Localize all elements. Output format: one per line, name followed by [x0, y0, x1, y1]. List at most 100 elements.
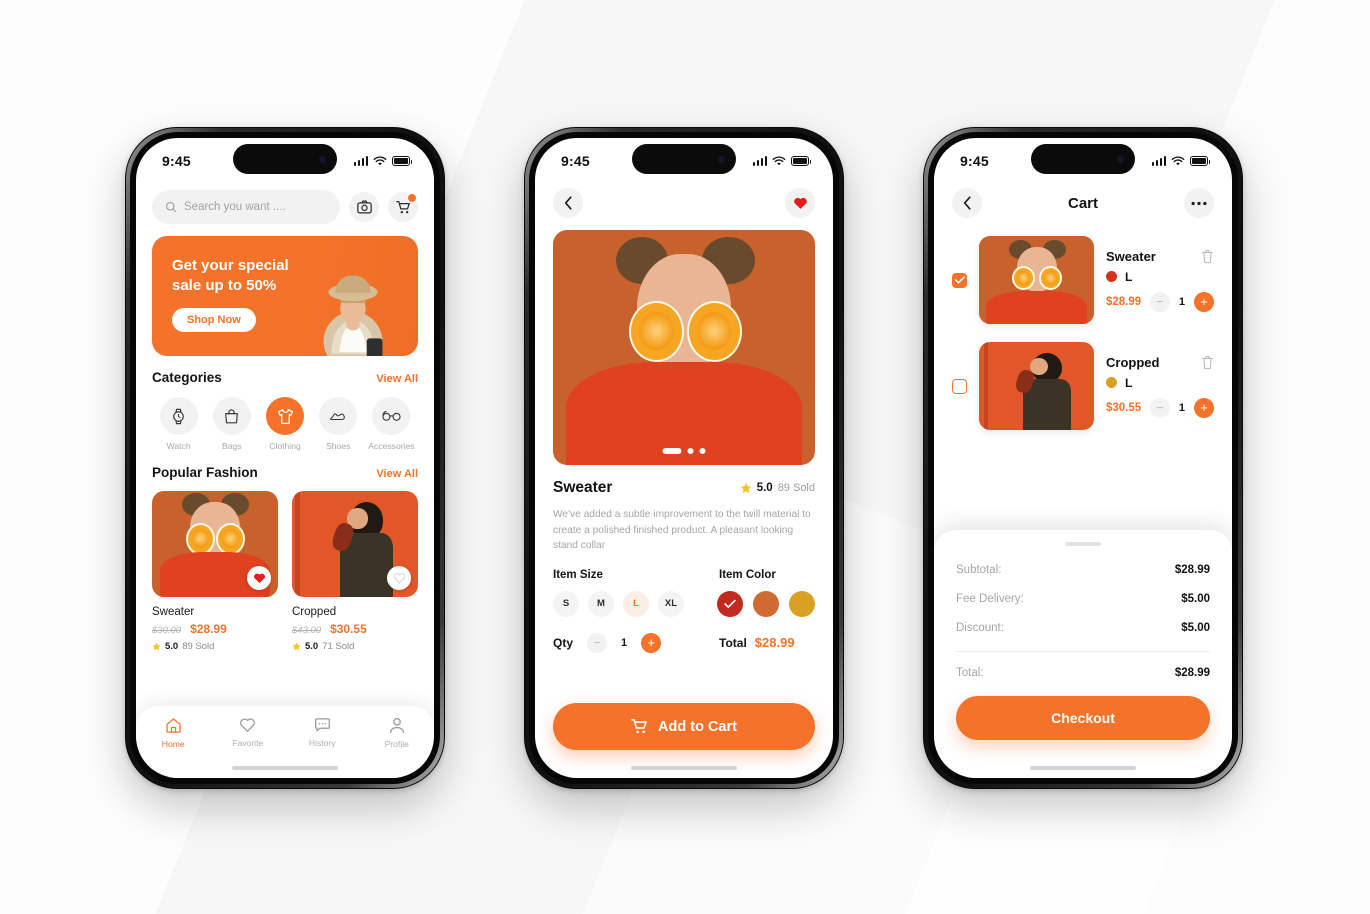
front-camera-icon	[319, 155, 326, 163]
back-button[interactable]	[952, 188, 982, 218]
color-swatch-brown[interactable]	[753, 590, 779, 617]
carousel-dot[interactable]	[699, 448, 706, 454]
product-card-cropped[interactable]: Cropped $43.00 $30.55 5.0 71 Sold	[292, 491, 418, 652]
search-input[interactable]: Search you want ....	[152, 190, 340, 224]
option-row: S M L XL	[553, 590, 815, 617]
cart-item-thumbnail[interactable]	[979, 342, 1094, 430]
category-bubble	[372, 397, 411, 435]
cellular-signal-icon	[353, 156, 368, 166]
qty-increase-button[interactable]: +	[641, 632, 662, 653]
cart-item-thumbnail[interactable]	[979, 236, 1094, 324]
summary-row-delivery: Fee Delivery: $5.00	[956, 593, 1210, 605]
favorite-button[interactable]	[247, 566, 271, 590]
cellular-signal-icon	[1151, 156, 1166, 166]
size-option-m[interactable]: M	[588, 590, 614, 617]
popular-view-all[interactable]: View All	[376, 468, 418, 480]
carousel-indicator[interactable]	[662, 448, 706, 454]
camera-search-button[interactable]	[349, 192, 379, 222]
category-item-clothing[interactable]: Clothing	[258, 397, 311, 451]
cart-item-checkbox[interactable]	[952, 272, 967, 288]
status-bar: 9:45	[535, 138, 833, 184]
cart-header: Cart	[952, 188, 1214, 218]
tab-profile[interactable]: Profile	[360, 717, 435, 749]
promo-banner[interactable]: Get your special sale up to 50% Shop Now	[152, 236, 418, 356]
categories-view-all[interactable]: View All	[376, 373, 418, 385]
cart-item-checkbox[interactable]	[952, 378, 967, 394]
status-indicators	[752, 155, 812, 167]
back-button[interactable]	[553, 188, 583, 218]
trash-icon[interactable]	[1201, 355, 1214, 370]
category-item-bags[interactable]: Bags	[205, 397, 258, 451]
summary-row-subtotal: Subtotal: $28.99	[956, 564, 1210, 576]
qty-decrease-button[interactable]: −	[1149, 397, 1170, 418]
color-swatch-gold[interactable]	[789, 590, 815, 617]
trash-icon[interactable]	[1201, 249, 1214, 264]
cart-item-variant: L	[1106, 376, 1214, 390]
carousel-dot[interactable]	[687, 448, 694, 454]
qty-decrease-button[interactable]: −	[1149, 291, 1170, 312]
category-item-accessories[interactable]: Accessories	[365, 397, 418, 451]
screen-home: 9:45 Search you want .... Get your speci…	[136, 138, 434, 778]
cart-item-color-dot	[1106, 271, 1117, 282]
battery-icon	[392, 156, 413, 166]
summary-value: $5.00	[1181, 622, 1210, 634]
category-bubble	[266, 397, 304, 435]
glasses-icon	[382, 411, 401, 421]
product-rating: 5.0 71 Sold	[292, 641, 418, 652]
popular-header: Popular Fashion View All	[152, 465, 418, 480]
tshirt-icon	[277, 408, 293, 424]
cart-item-price-row: $28.99 − 1 +	[1106, 291, 1214, 312]
favorite-button[interactable]	[785, 188, 815, 218]
mockup-stage: 9:45 Search you want .... Get your speci…	[0, 0, 1370, 914]
favorite-button[interactable]	[387, 566, 411, 590]
total-value: $28.99	[754, 635, 795, 650]
shop-now-button[interactable]: Shop Now	[172, 307, 256, 332]
detail-content: Sweater 5.0 89 Sold We've added a subtle…	[535, 184, 833, 778]
size-option-s[interactable]: S	[553, 590, 579, 617]
more-options-button[interactable]	[1183, 188, 1214, 218]
color-selector	[717, 590, 815, 617]
qty-increase-button[interactable]: +	[1194, 291, 1214, 312]
front-camera-icon	[718, 155, 725, 163]
home-indicator[interactable]	[1030, 765, 1136, 770]
product-card-sweater[interactable]: Sweater $30.00 $28.99 5.0 89 Sold	[152, 491, 278, 652]
tab-label: History	[308, 738, 336, 748]
tab-home[interactable]: Home	[136, 717, 211, 749]
home-indicator[interactable]	[631, 765, 737, 770]
item-color-label: Item Color	[719, 568, 776, 581]
category-item-shoes[interactable]: Shoes	[312, 397, 365, 451]
product-hero-image[interactable]	[553, 230, 815, 465]
product-price: $28.99	[190, 622, 227, 636]
sheet-drag-handle[interactable]	[1065, 542, 1101, 546]
categories-header: Categories View All	[152, 370, 418, 385]
cart-item-price: $28.99	[1106, 295, 1142, 308]
carousel-dot-active[interactable]	[662, 448, 682, 454]
add-to-cart-button[interactable]: Add to Cart	[553, 703, 815, 750]
qty-value: 1	[621, 636, 628, 649]
star-icon	[152, 642, 161, 651]
cart-item-price-row: $30.55 − 1 +	[1106, 397, 1214, 418]
cart-item-title-row: Sweater	[1106, 249, 1214, 264]
tab-history[interactable]: History	[285, 717, 360, 748]
front-camera-icon	[1117, 155, 1124, 163]
cart-photo-sweater	[979, 236, 1094, 324]
size-option-l[interactable]: L	[623, 590, 649, 617]
category-label: Watch	[166, 441, 191, 451]
qty-value: 1	[1178, 401, 1185, 414]
checkout-button[interactable]: Checkout	[956, 696, 1210, 740]
product-price: $30.55	[330, 622, 367, 636]
color-swatch-red[interactable]	[717, 590, 743, 617]
bag-icon	[225, 408, 239, 423]
qty-decrease-button[interactable]: −	[587, 632, 608, 653]
cart-content: Cart Sweater L $28.99 − 1 + Cropped L $3…	[934, 184, 1232, 778]
cart-button[interactable]	[388, 192, 418, 222]
category-item-watch[interactable]: Watch	[152, 397, 205, 451]
home-indicator[interactable]	[232, 765, 338, 770]
qty-increase-button[interactable]: +	[1194, 397, 1214, 418]
wifi-icon	[1171, 155, 1185, 165]
size-option-xl[interactable]: XL	[658, 590, 684, 617]
phone-mockup-detail: 9:45 Sweater 5.0 89 Sold We've added a s…	[524, 127, 844, 789]
tab-favorite[interactable]: Favorite	[211, 717, 286, 748]
categories-title: Categories	[152, 370, 222, 385]
tab-label: Home	[161, 739, 185, 749]
